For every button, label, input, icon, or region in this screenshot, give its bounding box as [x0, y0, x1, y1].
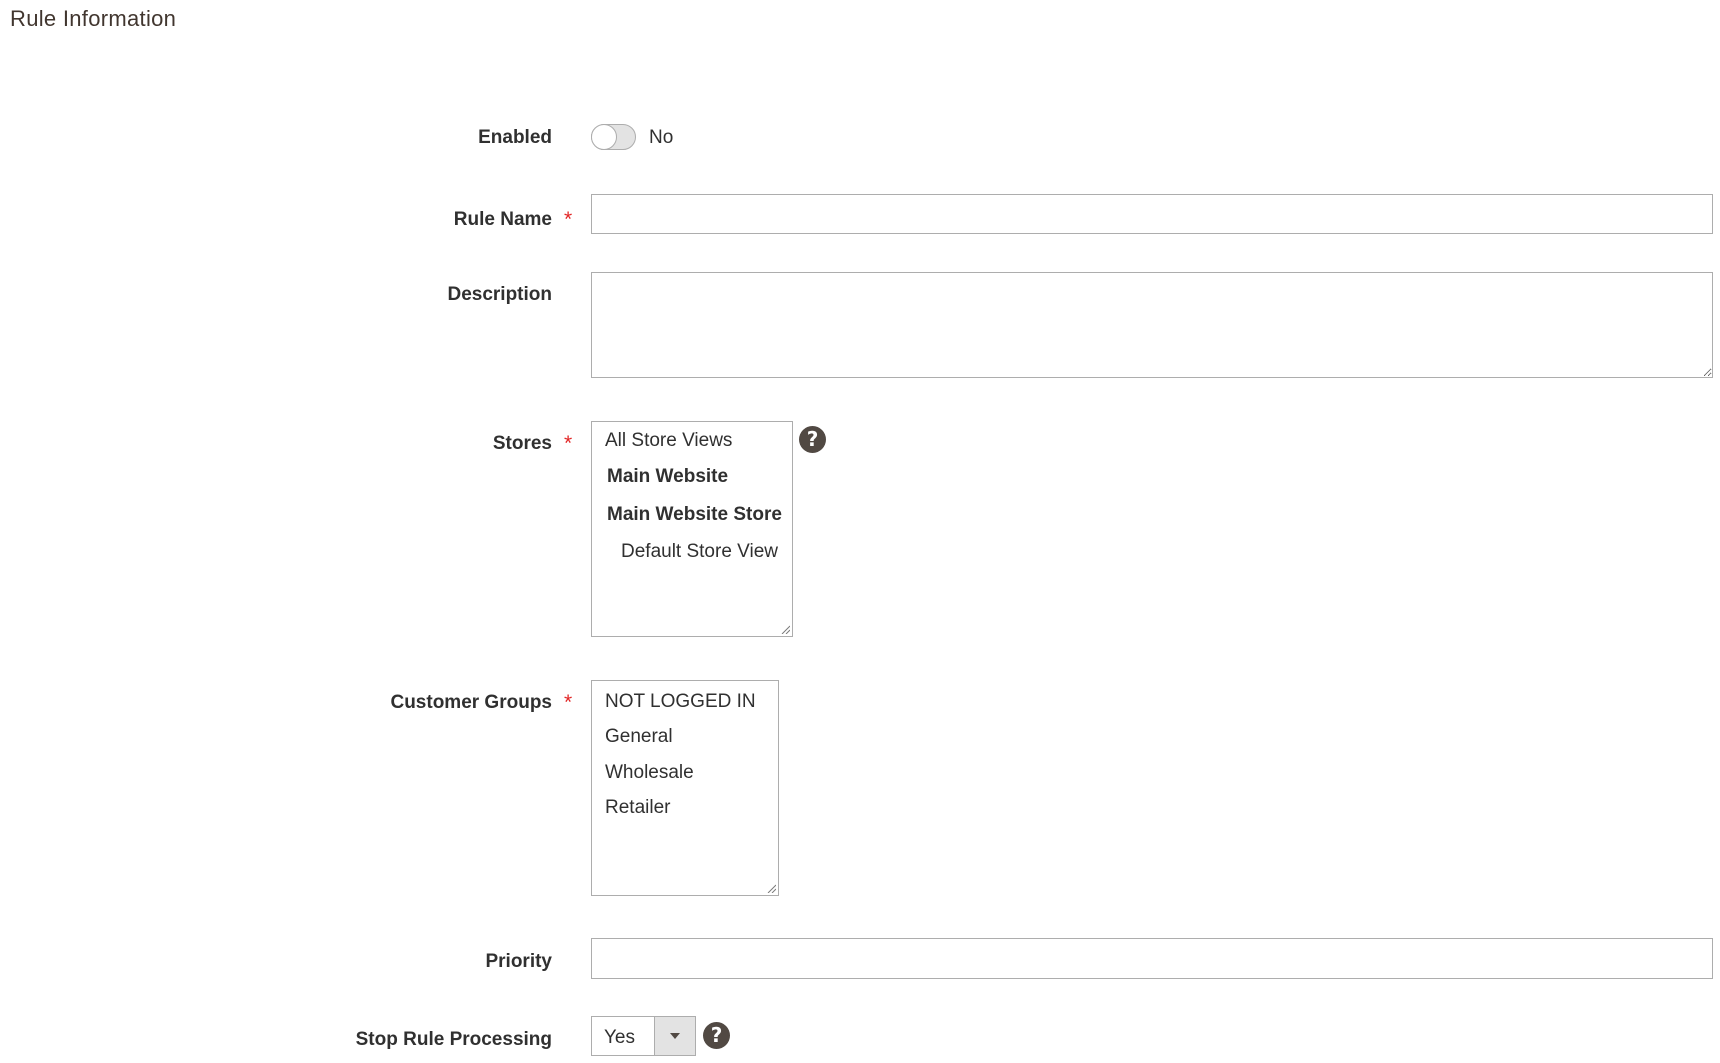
priority-label: Priority	[485, 951, 552, 972]
customer-group-option[interactable]: General	[605, 726, 673, 748]
toggle-knob	[591, 124, 617, 150]
stores-required-mark: *	[564, 432, 573, 455]
store-group-main-website-store: Main Website Store	[607, 504, 782, 525]
enabled-state-text: No	[649, 127, 674, 148]
customer-group-option[interactable]: NOT LOGGED IN	[605, 691, 756, 713]
customer-groups-label: Customer Groups	[390, 692, 552, 713]
enabled-label: Enabled	[478, 127, 552, 148]
customer-groups-required-mark: *	[564, 691, 573, 714]
rule-name-input[interactable]	[591, 194, 1713, 234]
priority-input[interactable]	[591, 938, 1713, 979]
stores-multiselect[interactable]: All Store Views Main Website Main Websit…	[591, 421, 793, 637]
store-option-all-store-views[interactable]: All Store Views	[605, 430, 732, 452]
customer-groups-multiselect[interactable]: NOT LOGGED IN General Wholesale Retailer	[591, 680, 779, 896]
stop-rule-processing-select[interactable]: Yes	[591, 1016, 696, 1056]
rule-name-required-mark: *	[564, 208, 573, 231]
description-textarea[interactable]	[591, 272, 1713, 378]
customer-group-option[interactable]: Retailer	[605, 797, 670, 819]
store-option-default-store-view[interactable]: Default Store View	[621, 541, 778, 563]
description-label: Description	[447, 284, 552, 305]
stores-label: Stores	[492, 433, 552, 454]
store-group-main-website: Main Website	[607, 466, 729, 487]
resize-grip-icon[interactable]	[780, 624, 790, 634]
resize-grip-icon[interactable]	[766, 883, 776, 893]
question-circle-icon[interactable]: ?	[703, 1022, 730, 1049]
chevron-down-icon[interactable]	[654, 1017, 695, 1055]
question-circle-icon[interactable]: ?	[799, 426, 826, 453]
select-value: Yes	[604, 1027, 635, 1048]
customer-group-option[interactable]: Wholesale	[605, 762, 694, 784]
rule-name-label: Rule Name	[453, 209, 552, 230]
enabled-toggle[interactable]	[591, 124, 636, 150]
stop-rule-processing-label: Stop Rule Processing	[355, 1029, 552, 1050]
section-title: Rule Information	[10, 6, 177, 31]
